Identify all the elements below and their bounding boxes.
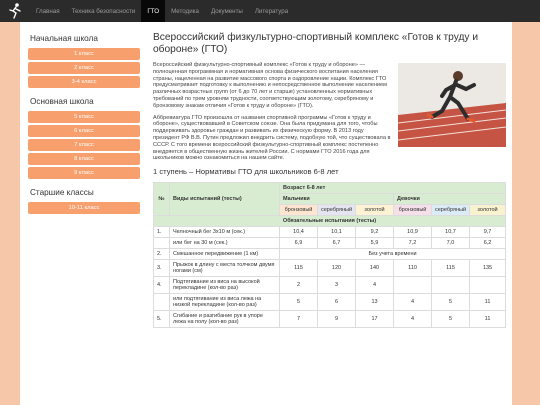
nav-link[interactable]: Техника безопасности bbox=[66, 0, 142, 22]
row-value: 6 bbox=[317, 293, 356, 312]
norms-table: № Виды испытаний (тесты) Возраст 6-8 лет Ма… bbox=[152, 182, 507, 329]
row-value: 9,2 bbox=[355, 226, 394, 239]
row-value: 9 bbox=[317, 310, 356, 329]
sidebar-section-title: Начальная школа bbox=[30, 34, 98, 43]
row-value: 7,2 bbox=[393, 237, 432, 250]
row-value: 6,7 bbox=[317, 237, 356, 250]
class-button[interactable]: 5 класс bbox=[28, 111, 140, 123]
page-title: Всероссийский физкультурно-спортивный ко… bbox=[153, 32, 479, 55]
row-value: 4 bbox=[393, 293, 432, 312]
row-value: 7,0 bbox=[431, 237, 470, 250]
row-value: 7 bbox=[279, 310, 318, 329]
row-value: 140 bbox=[355, 259, 394, 278]
row-number: 4. bbox=[153, 276, 170, 295]
medal-header: серебряный bbox=[431, 204, 470, 217]
row-value: 120 bbox=[317, 259, 356, 278]
row-number bbox=[153, 237, 170, 250]
row-test-name: Сгибание и разгибание рук в упоре лежа н… bbox=[169, 310, 280, 329]
row-value: 115 bbox=[431, 259, 470, 278]
row-value: 110 bbox=[393, 259, 432, 278]
row-test-name: Челночный бег 3х10 м (сек.) bbox=[169, 226, 280, 239]
row-test-name: или бег на 30 м (сек.) bbox=[169, 237, 280, 250]
row-test-name: Смешанное передвижение (1 км) bbox=[169, 248, 280, 261]
row-test-name: Прыжок в длину с места толчком двумя ног… bbox=[169, 259, 280, 278]
girls-header: Девочки bbox=[392, 193, 507, 206]
row-number: 5. bbox=[153, 310, 170, 329]
table-row: или бег на 30 м (сек.) 6,9 6,7 5,9 7,2 7,0 6,2 bbox=[153, 237, 507, 250]
class-button[interactable]: 3-4 класс bbox=[28, 76, 140, 88]
class-button[interactable]: 8 класс bbox=[28, 153, 140, 165]
col-test-header: Виды испытаний (тесты) bbox=[169, 182, 280, 217]
row-value: 11 bbox=[468, 293, 507, 312]
row-test-name: Подтягивание из виса на высокой переклад… bbox=[169, 276, 280, 295]
class-button[interactable]: 2 класс bbox=[28, 62, 140, 74]
row-value: 5 bbox=[279, 293, 318, 312]
runner-photo bbox=[398, 63, 506, 147]
nav-link[interactable]: Литература bbox=[249, 0, 294, 22]
row-value: 6,2 bbox=[468, 237, 507, 250]
medal-header: золотой bbox=[468, 204, 507, 217]
nav-link[interactable]: Документы bbox=[205, 0, 249, 22]
row-value: 13 bbox=[355, 293, 394, 312]
class-button[interactable]: 7 класс bbox=[28, 139, 140, 151]
row-number: 3. bbox=[153, 259, 170, 278]
class-button[interactable]: 1 класс bbox=[28, 48, 140, 60]
row-test-name: или подтягивание из виса лежа на низкой … bbox=[169, 293, 280, 312]
nav-link[interactable]: Главная bbox=[30, 0, 66, 22]
row-value: 3 bbox=[317, 276, 356, 295]
row-value: 10,9 bbox=[393, 226, 432, 239]
table-section-row: Обязательные испытания (тесты) bbox=[152, 215, 507, 228]
nav-link[interactable]: ГТО bbox=[141, 0, 166, 22]
runner-logo-icon[interactable] bbox=[0, 0, 30, 22]
row-value: 9,7 bbox=[468, 226, 507, 239]
sidebar-section-title: Старшие классы bbox=[30, 188, 94, 197]
col-age-header: Возраст 6-8 лет bbox=[278, 182, 507, 195]
row-number: 2. bbox=[153, 248, 170, 261]
row-number bbox=[153, 293, 170, 312]
medal-header: серебряный bbox=[317, 204, 356, 217]
table-row: или подтягивание из виса лежа на низкой … bbox=[153, 293, 507, 312]
table-row: 5. Сгибание и разгибание рук в упоре лежа… bbox=[153, 310, 507, 329]
row-value: 10,1 bbox=[317, 226, 356, 239]
row-value: 5 bbox=[431, 293, 470, 312]
row-value: 2 bbox=[279, 276, 318, 295]
nav-link[interactable]: Методика bbox=[165, 0, 205, 22]
row-value: 11 bbox=[468, 310, 507, 329]
row-value: 5 bbox=[431, 310, 470, 329]
row-value: 135 bbox=[468, 259, 507, 278]
row-value: 10,7 bbox=[431, 226, 470, 239]
table-row: 4. Подтягивание из виса на высокой перекл… bbox=[153, 276, 507, 295]
row-number: 1. bbox=[153, 226, 170, 239]
row-value: 5,9 bbox=[355, 237, 394, 250]
top-navbar: Главная Техника безопасности ГТО Методика До… bbox=[0, 0, 540, 22]
row-value bbox=[468, 276, 507, 295]
table-heading: 1 ступень – Нормативы ГТО для школьников… bbox=[153, 167, 339, 177]
col-number-header: № bbox=[153, 182, 170, 217]
row-value: 6,9 bbox=[279, 237, 318, 250]
row-value bbox=[431, 276, 470, 295]
class-button[interactable]: 6 класс bbox=[28, 125, 140, 137]
boys-header: Мальчики bbox=[279, 193, 394, 206]
row-value: 115 bbox=[279, 259, 318, 278]
medal-header: бронзовый bbox=[279, 204, 318, 217]
row-note: Без учета времени bbox=[278, 248, 507, 261]
table-header-row: № Виды испытаний (тесты) Возраст 6-8 лет bbox=[153, 182, 507, 217]
row-value: 4 bbox=[393, 310, 432, 329]
medal-header: золотой bbox=[355, 204, 394, 217]
row-value: 4 bbox=[355, 276, 394, 295]
class-button[interactable]: 10-11 класс bbox=[28, 202, 140, 214]
main-content: Всероссийский физкультурно-спортивный ко… bbox=[148, 22, 512, 405]
medal-header: бронзовый bbox=[393, 204, 432, 217]
row-value: 17 bbox=[355, 310, 394, 329]
row-value: 10,4 bbox=[279, 226, 318, 239]
table-row: 2. Смешанное передвижение (1 км) Без учета… bbox=[153, 248, 507, 261]
row-value bbox=[393, 276, 432, 295]
table-row: 1. Челночный бег 3х10 м (сек.) 10,4 10,1 9,2… bbox=[153, 226, 507, 239]
class-button[interactable]: 9 класс bbox=[28, 167, 140, 179]
sidebar-section-title: Основная школа bbox=[30, 97, 94, 106]
section-header: Обязательные испытания (тесты) bbox=[152, 215, 507, 228]
table-row: 3. Прыжок в длину с места толчком двумя н… bbox=[153, 259, 507, 278]
sidebar: Начальная школа 1 класс 2 класс 3-4 класс Ос… bbox=[20, 22, 148, 405]
